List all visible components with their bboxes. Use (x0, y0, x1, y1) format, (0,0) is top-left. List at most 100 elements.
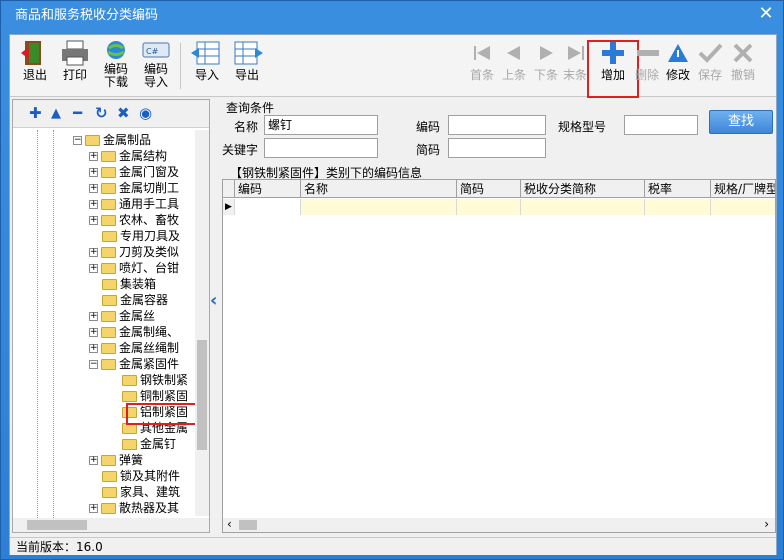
tree-node-category[interactable]: + 通用手工具 (89, 196, 179, 212)
table-cell[interactable] (301, 199, 457, 215)
table-cell[interactable] (711, 199, 775, 215)
close-button[interactable]: ✕ (755, 5, 777, 25)
svg-text:C#: C# (146, 47, 159, 56)
undo-button[interactable]: 撤销 (726, 39, 760, 95)
tree-remove-icon[interactable]: ━ (73, 104, 82, 122)
query-section-label: 查询条件 (226, 101, 275, 115)
table-cell[interactable] (645, 199, 711, 215)
tree-node-category[interactable]: 金属容器 (89, 292, 168, 308)
find-button[interactable]: 查找 (709, 110, 773, 134)
tree-horizontal-scrollbar[interactable] (13, 518, 209, 532)
import-button[interactable]: 导入 (188, 39, 226, 95)
table-cell[interactable] (235, 199, 301, 215)
spec-input[interactable] (624, 115, 698, 135)
globe-download-icon (100, 39, 132, 61)
tree-node-category[interactable]: + 金属切削工 (89, 180, 179, 196)
tree-node-subcategory[interactable]: 金属钉 (109, 436, 176, 452)
short-code-label: 简码 (416, 143, 441, 157)
tree-node-label: 喷灯、台钳 (119, 261, 180, 275)
tree-move-up-icon[interactable]: ▲ (51, 106, 61, 121)
export-button[interactable]: 导出 (228, 39, 266, 95)
tree-scroll-thumb[interactable] (197, 340, 207, 450)
folder-icon (101, 215, 116, 226)
expand-node-icon[interactable]: + (89, 152, 98, 161)
expand-node-icon[interactable]: + (89, 184, 98, 193)
expand-node-icon[interactable]: + (89, 504, 98, 513)
delete-button[interactable]: 删除 (632, 39, 662, 95)
expand-node-icon[interactable]: + (89, 328, 98, 337)
collapse-pane-icon[interactable]: ‹ (210, 290, 222, 311)
print-button[interactable]: 打印 (56, 39, 94, 95)
grid-scroll-thumb[interactable] (239, 520, 257, 530)
tree-node-metal-products[interactable]: − 金属制品 (73, 132, 151, 148)
tree-node-category[interactable]: + 刀剪及类似 (89, 244, 179, 260)
tree-node-category[interactable]: + 金属丝绳制 (89, 340, 179, 356)
code-download-button[interactable]: 编码 下载 (98, 39, 134, 95)
folder-icon (101, 311, 116, 322)
tree-node-category[interactable]: 专用刀具及 (89, 228, 180, 244)
keyword-input[interactable] (264, 138, 378, 158)
tree-node-subcategory[interactable]: 铜制紧固 (109, 388, 188, 404)
tree-node-category[interactable]: 家具、建筑 (89, 484, 180, 500)
first-record-button[interactable]: 首条 (464, 39, 500, 95)
code-input[interactable] (448, 115, 546, 135)
toolbar-separator (180, 43, 181, 89)
tree-node-category[interactable]: + 散热器及其 (89, 500, 179, 516)
column-header[interactable]: 税率 (645, 180, 711, 198)
exit-door-icon (19, 39, 51, 67)
tree-add-icon[interactable]: ✚ (29, 104, 42, 122)
expand-node-icon[interactable]: + (89, 168, 98, 177)
table-row[interactable]: ▶ (223, 199, 775, 215)
tree-node-category[interactable]: + 弹簧 (89, 452, 143, 468)
folder-icon (101, 151, 116, 162)
expand-node-icon[interactable]: + (89, 216, 98, 225)
row-pointer-icon: ▶ (223, 199, 235, 215)
prev-record-button[interactable]: 上条 (496, 39, 532, 95)
tree-expand-icon[interactable]: ✖ (117, 104, 130, 122)
tree-locate-icon[interactable]: ◉ (139, 104, 152, 122)
toolbar: 退出 打印 编码 下载 C# 编码 导入 导入 导出 首条 上条 下条 末条 增… (10, 35, 776, 98)
expand-node-icon[interactable]: + (89, 344, 98, 353)
scroll-left-icon[interactable]: ‹ (227, 517, 232, 531)
table-cell[interactable] (521, 199, 645, 215)
tree-hscroll-thumb[interactable] (27, 520, 87, 530)
collapse-node-icon[interactable]: − (89, 360, 98, 369)
tree-vertical-scrollbar[interactable] (195, 130, 209, 516)
tree-node-label: 金属紧固件 (119, 357, 180, 371)
column-header[interactable]: 简码 (457, 180, 521, 198)
expand-node-icon[interactable]: + (89, 456, 98, 465)
column-header[interactable]: 编码 (235, 180, 301, 198)
expand-node-icon[interactable]: + (89, 248, 98, 257)
column-header[interactable]: 名称 (301, 180, 457, 198)
name-input[interactable]: 螺钉 (264, 115, 378, 135)
last-record-button[interactable]: 末条 (560, 39, 590, 95)
table-cell[interactable] (457, 199, 521, 215)
save-button[interactable]: 保存 (694, 39, 726, 95)
tree-node-category[interactable]: + 金属结构 (89, 148, 167, 164)
tree-node-category[interactable]: + 农林、畜牧 (89, 212, 179, 228)
column-header[interactable]: 税收分类简称 (521, 180, 645, 198)
tree-node-label: 金属制绳、 (119, 325, 180, 339)
tree-node-category[interactable]: + 金属制绳、 (89, 324, 179, 340)
tree-node-category[interactable]: + 金属门窗及 (89, 164, 179, 180)
tree-node-category[interactable]: 锁及其附件 (89, 468, 180, 484)
code-import-button[interactable]: C# 编码 导入 (138, 39, 174, 95)
tree-node-category[interactable]: + 金属丝 (89, 308, 155, 324)
next-record-button[interactable]: 下条 (528, 39, 564, 95)
tree-node-category[interactable]: 集装箱 (89, 276, 156, 292)
tree-node-category[interactable]: − 金属紧固件 (89, 356, 179, 372)
modify-button[interactable]: 修改 (662, 39, 694, 95)
expand-node-icon[interactable]: + (89, 264, 98, 273)
minus-icon (632, 39, 664, 67)
scroll-right-icon[interactable]: › (764, 517, 769, 531)
expand-node-icon[interactable]: + (89, 200, 98, 209)
tree-refresh-icon[interactable]: ↻ (95, 104, 108, 122)
collapse-node-icon[interactable]: − (73, 136, 82, 145)
column-header[interactable]: 规格/厂牌型 (711, 180, 775, 198)
short-code-input[interactable] (448, 138, 546, 158)
grid-horizontal-scrollbar[interactable]: ‹ › (223, 517, 775, 532)
expand-node-icon[interactable]: + (89, 312, 98, 321)
exit-button[interactable]: 退出 (16, 39, 54, 95)
tree-node-selected[interactable]: 钢铁制紧 (109, 372, 188, 388)
tree-node-category[interactable]: + 喷灯、台钳 (89, 260, 179, 276)
